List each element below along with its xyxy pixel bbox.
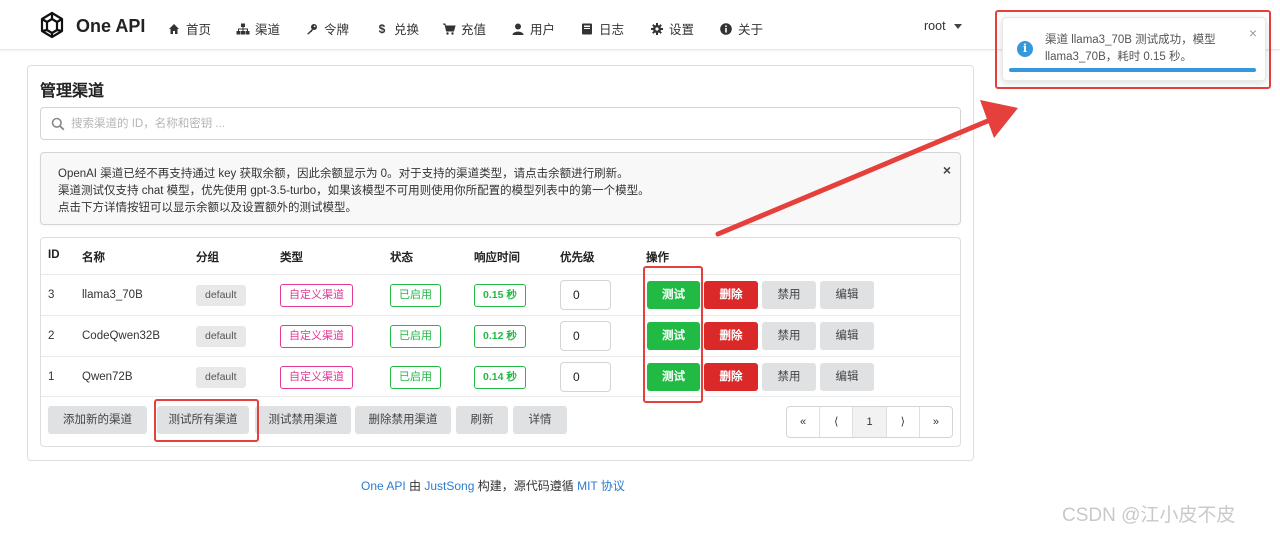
close-icon[interactable]: ×: [1249, 25, 1257, 41]
info-icon: i: [1017, 41, 1033, 57]
watermark: CSDN @江小皮不皮: [1062, 505, 1236, 526]
toast-message: 渠道 llama3_70B 测试成功，模型 llama3_70B，耗时 0.15…: [1045, 34, 1216, 63]
toast-progress-bar: [1009, 68, 1256, 72]
success-toast: i 渠道 llama3_70B 测试成功，模型 llama3_70B，耗时 0.…: [1002, 17, 1266, 81]
